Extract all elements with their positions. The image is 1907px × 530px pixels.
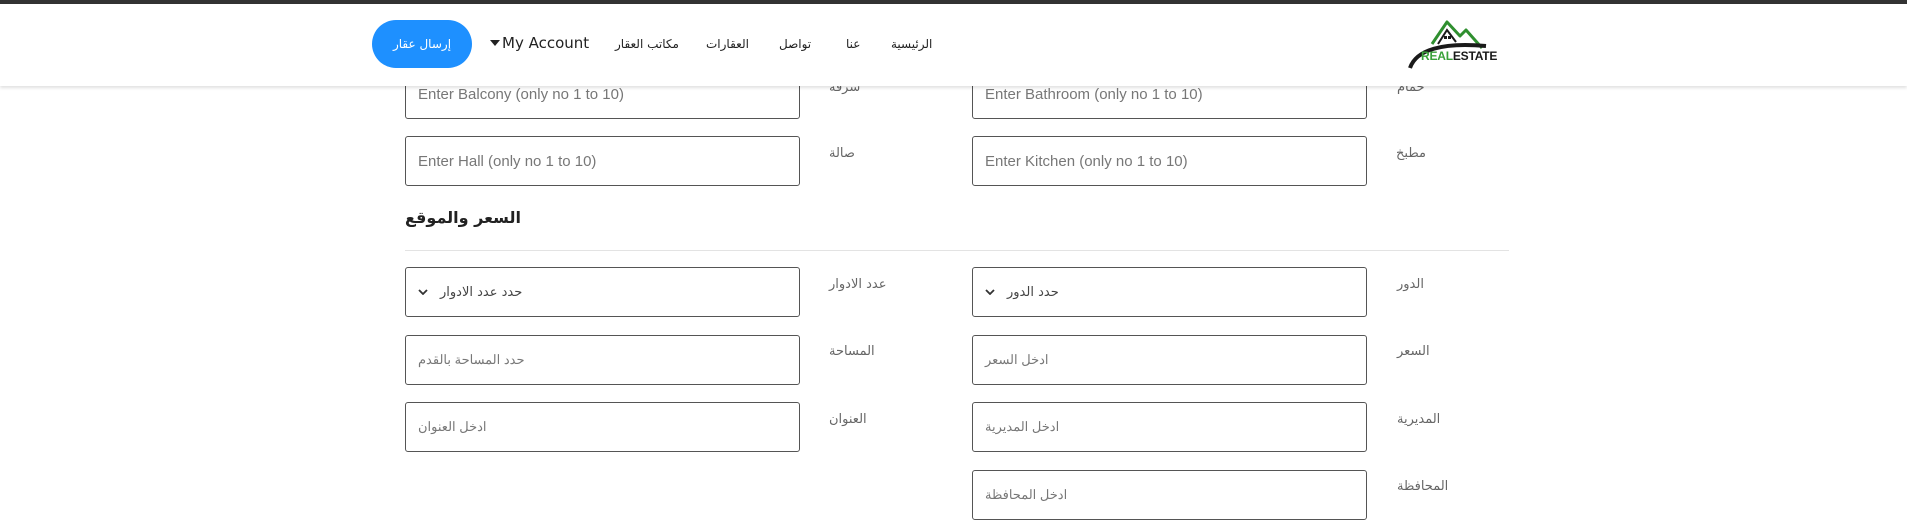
price-input[interactable]: ادخل السعر xyxy=(972,335,1367,385)
floors-count-label: عدد الادوار xyxy=(829,277,887,292)
governorate-placeholder: ادخل المحافظة xyxy=(985,487,1068,502)
price-placeholder: ادخل السعر xyxy=(985,352,1049,367)
nav-link-properties[interactable]: العقارات xyxy=(706,37,749,51)
submit-property-button[interactable]: إرسال عقار xyxy=(372,20,472,68)
balcony-placeholder: Enter Balcony (only no 1 to 10) xyxy=(418,85,624,103)
nav-link-contact[interactable]: تواصل xyxy=(779,37,811,51)
floor-selected: حدد الدور xyxy=(1007,284,1059,300)
house-logo-icon xyxy=(1408,20,1487,69)
kitchen-placeholder: Enter Kitchen (only no 1 to 10) xyxy=(985,152,1188,170)
nav-link-about[interactable]: عنا xyxy=(846,37,860,51)
kitchen-input[interactable]: Enter Kitchen (only no 1 to 10) xyxy=(972,136,1367,186)
area-input[interactable]: حدد المساحة بالقدم xyxy=(405,335,800,385)
floors-count-select[interactable]: حدد عدد الادوار xyxy=(405,267,800,317)
hall-label: صالة xyxy=(829,146,855,161)
floor-select[interactable]: حدد الدور xyxy=(972,267,1367,317)
price-label: السعر xyxy=(1397,344,1430,359)
my-account-dropdown[interactable]: My Account xyxy=(490,34,589,52)
floors-count-selected: حدد عدد الادوار xyxy=(440,284,523,300)
kitchen-label: مطبخ xyxy=(1396,146,1426,161)
governorate-label: المحافظة xyxy=(1397,479,1449,494)
hall-placeholder: Enter Hall (only no 1 to 10) xyxy=(418,152,597,170)
chevron-down-icon xyxy=(418,289,428,295)
floor-label: الدور xyxy=(1397,277,1424,292)
nav-link-home[interactable]: الرئيسية xyxy=(891,37,932,51)
my-account-label: My Account xyxy=(502,34,590,52)
hall-input[interactable]: Enter Hall (only no 1 to 10) xyxy=(405,136,800,186)
nav-link-offices[interactable]: مكاتب العقار xyxy=(615,37,679,51)
area-label: المساحة xyxy=(829,344,875,359)
logo-text: REALESTATE xyxy=(1421,49,1498,63)
directorate-placeholder: ادخل المديرية xyxy=(985,419,1060,434)
directorate-label: المديرية xyxy=(1397,412,1441,427)
area-placeholder: حدد المساحة بالقدم xyxy=(418,352,525,367)
directorate-input[interactable]: ادخل المديرية xyxy=(972,402,1367,452)
governorate-input[interactable]: ادخل المحافظة xyxy=(972,470,1367,520)
address-placeholder: ادخل العنوان xyxy=(418,419,487,434)
section-divider xyxy=(405,250,1509,251)
navbar: إرسال عقار My Account مكاتب العقار العقا… xyxy=(0,4,1907,86)
address-input[interactable]: ادخل العنوان xyxy=(405,402,800,452)
chevron-down-icon xyxy=(985,289,995,295)
address-label: العنوان xyxy=(829,412,867,427)
bathroom-placeholder: Enter Bathroom (only no 1 to 10) xyxy=(985,85,1203,103)
caret-down-icon xyxy=(490,40,500,46)
section-title: السعر والموقع xyxy=(405,208,521,227)
